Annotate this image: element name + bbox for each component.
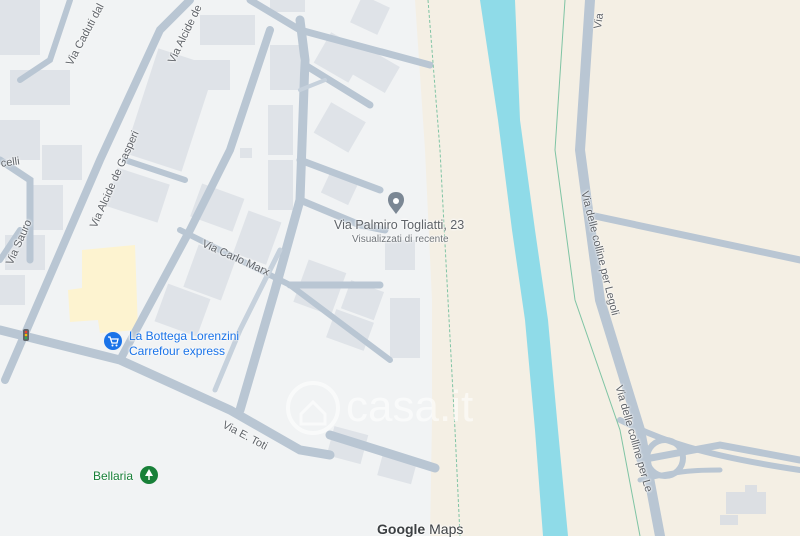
street-label-via-top-right: Via (592, 12, 607, 30)
google-maps-attribution: Google Maps (377, 521, 463, 537)
park-icon[interactable] (140, 466, 158, 484)
poi-label-carrefour-line1[interactable]: La Bottega Lorenzini (129, 329, 239, 343)
map-canvas[interactable] (0, 0, 800, 536)
traffic-light-icon[interactable] (23, 329, 29, 341)
poi-label-carrefour-line2[interactable]: Carrefour express (129, 344, 225, 358)
poi-label-bellaria[interactable]: Bellaria (93, 469, 133, 483)
place-name-label[interactable]: Via Palmiro Togliatti, 23 (334, 218, 464, 232)
maps-logo-text: Maps (429, 521, 464, 537)
place-subtitle-label: Visualizzati di recente (352, 234, 449, 245)
casa-watermark: casa.it (346, 382, 474, 431)
google-logo-text: Google (377, 521, 426, 537)
shopping-cart-icon[interactable] (104, 332, 122, 350)
